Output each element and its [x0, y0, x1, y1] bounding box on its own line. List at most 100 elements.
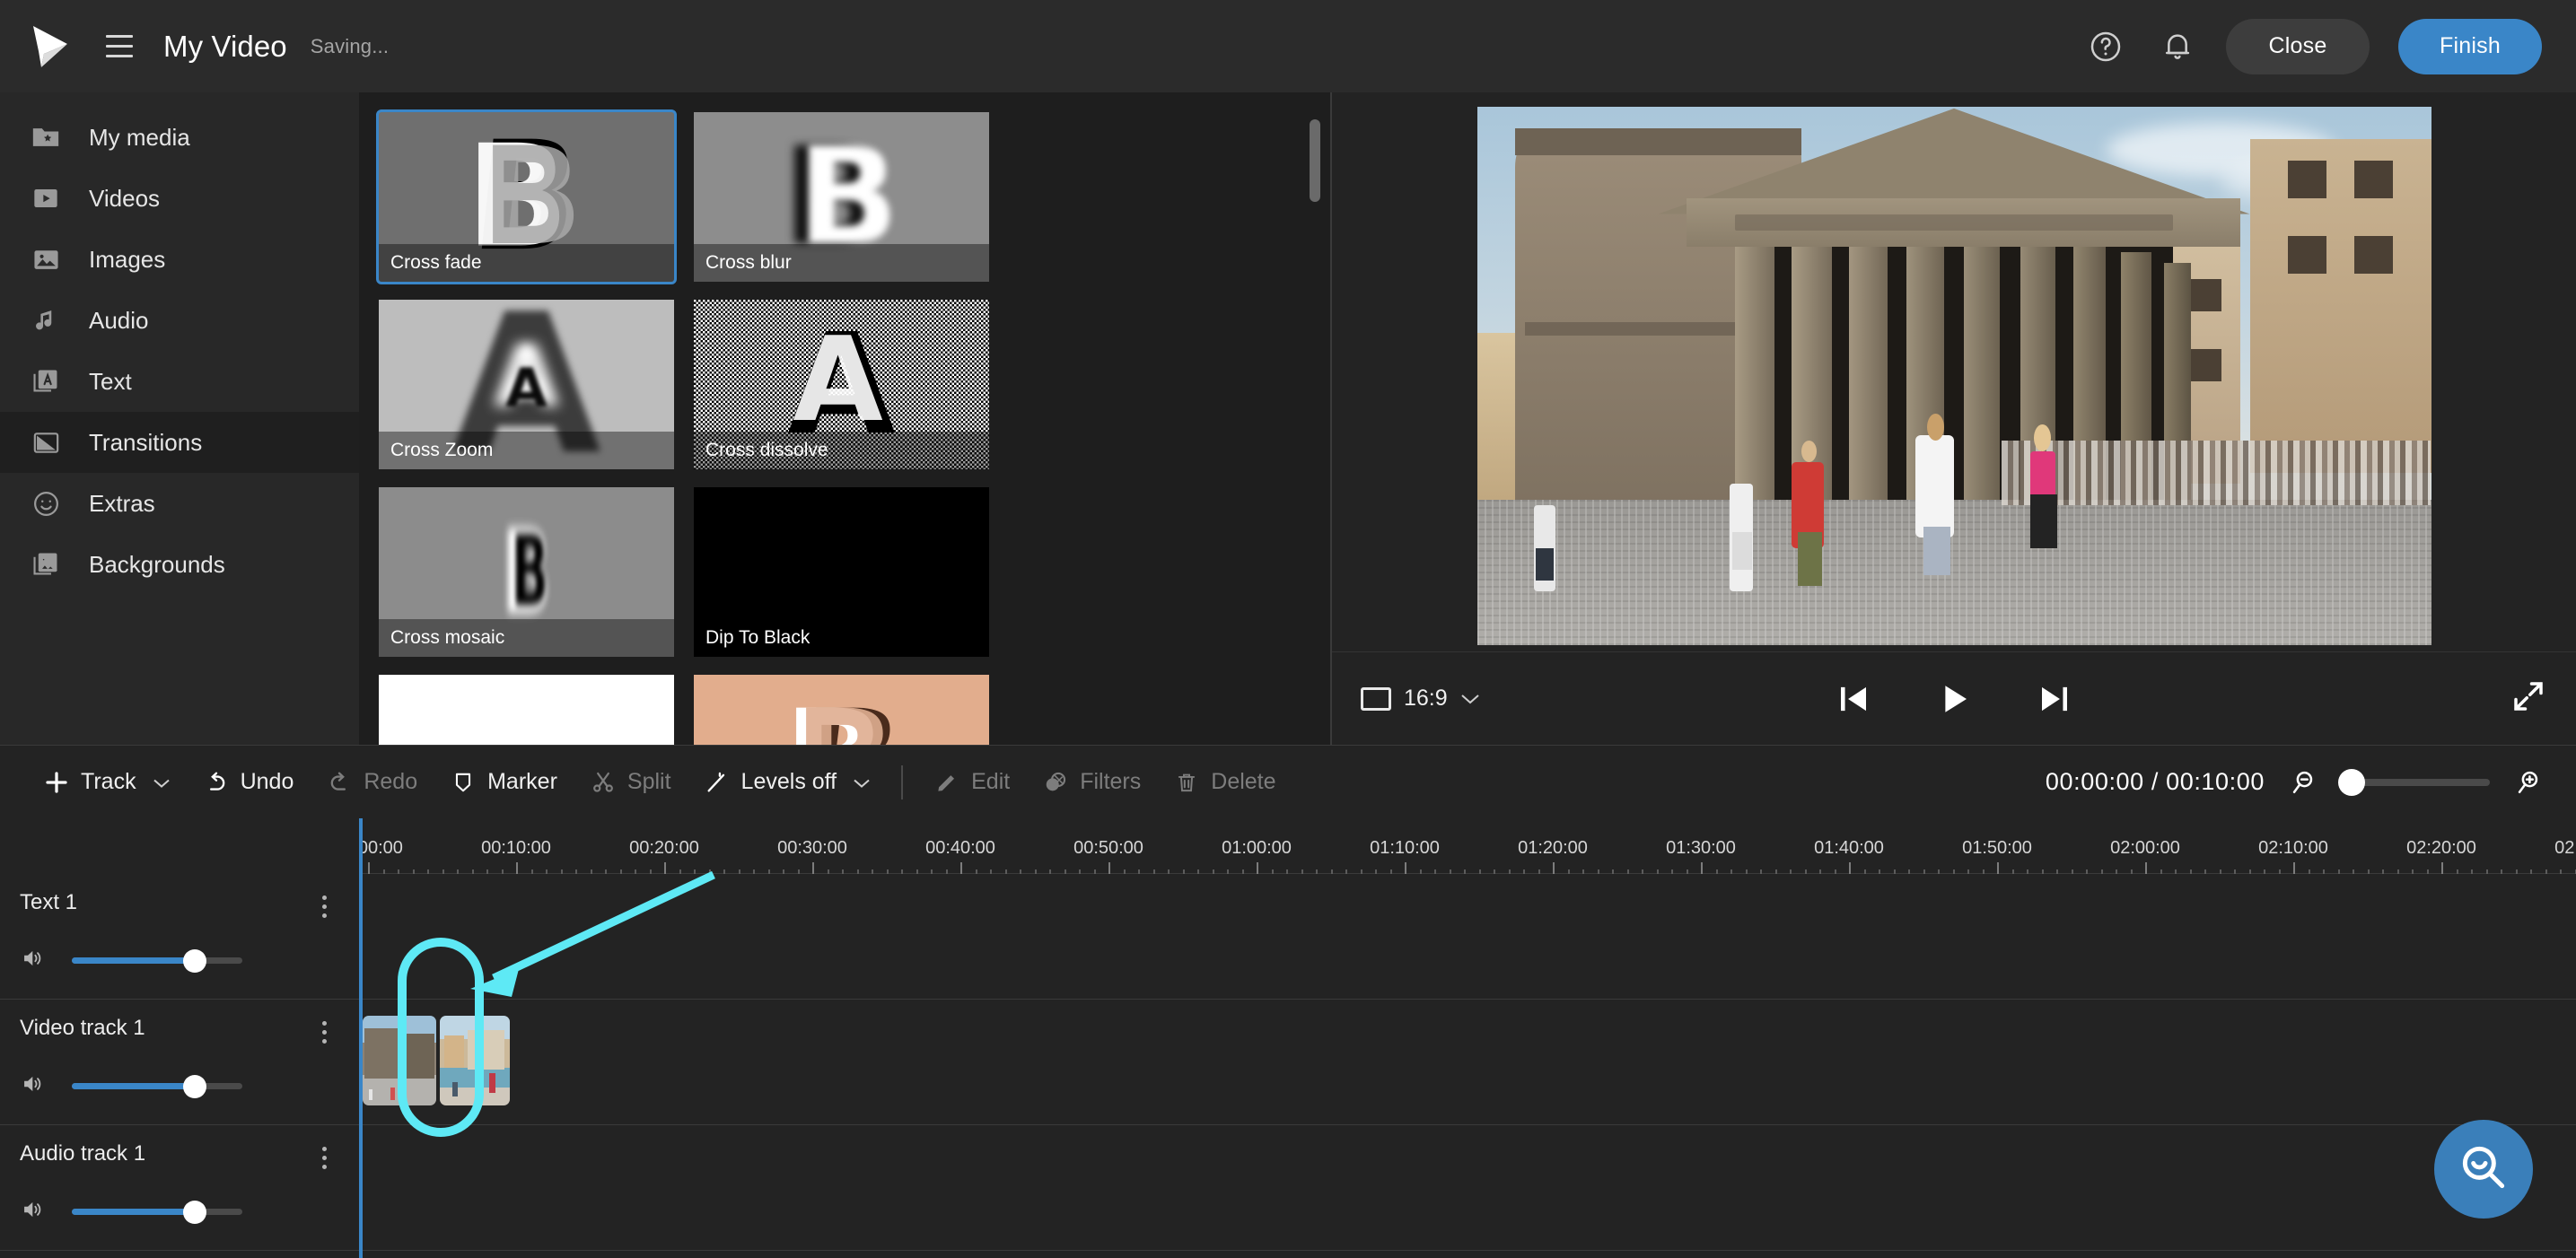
volume-slider[interactable]	[72, 1200, 242, 1224]
video-play-icon	[30, 182, 62, 214]
ruler-tick-label: 01:00:00	[1222, 838, 1292, 858]
filters-label: Filters	[1080, 769, 1142, 794]
skip-previous-icon[interactable]	[1828, 674, 1879, 724]
filters-icon	[1042, 769, 1069, 796]
timecode-display: 00:00:00 / 00:10:00	[2045, 768, 2265, 795]
ruler-tick-label: 01:30:00	[1666, 838, 1736, 858]
transition-tile-burn[interactable]: B B B Burn	[694, 675, 989, 745]
undo-button[interactable]: Undo	[187, 756, 311, 809]
split-button: Split	[574, 756, 688, 809]
sidebar-item-videos[interactable]: Videos	[0, 168, 359, 229]
track-volume-control	[20, 1197, 242, 1227]
tile-label: Cross fade	[379, 244, 674, 282]
ruler-tick-label: 00:50:00	[1073, 838, 1143, 858]
track-header: Text 1	[0, 874, 359, 999]
delete-label: Delete	[1211, 769, 1276, 794]
play-logo-icon[interactable]	[25, 22, 75, 72]
ruler-tick-marks: 00:00:00 00:10:00 00:20:00 00:30:00 00:40:00…	[359, 818, 2576, 874]
sidebar-item-my-media[interactable]: My media	[0, 107, 359, 168]
trash-icon	[1173, 769, 1200, 796]
page-title: My Video	[163, 29, 287, 63]
sidebar-item-label: Images	[89, 245, 166, 273]
ruler-major-tick	[2441, 862, 2443, 874]
transition-tile-cross-dissolve[interactable]: A A Cross dissolve	[694, 300, 989, 469]
preview-stage	[1332, 92, 2576, 651]
finish-button[interactable]: Finish	[2398, 18, 2542, 74]
track-header: Audio track 1	[0, 1125, 359, 1250]
tile-label: Cross dissolve	[694, 432, 989, 469]
close-button[interactable]: Close	[2226, 18, 2370, 74]
sidebar-item-text[interactable]: Text	[0, 351, 359, 412]
zoom-out-icon[interactable]	[2288, 767, 2318, 798]
kebab-menu-icon[interactable]	[322, 1147, 327, 1169]
timeline-ruler[interactable]: 00:00:00 00:10:00 00:20:00 00:30:00 00:40:00…	[0, 818, 2576, 874]
preview-video-frame[interactable]	[1476, 106, 2431, 645]
ruler-major-tick	[1257, 862, 1258, 874]
chevron-down-icon	[153, 769, 171, 795]
volume-slider[interactable]	[72, 1074, 242, 1098]
transition-tile-dip-to-black[interactable]: Dip To Black	[694, 487, 989, 657]
transition-tile-cross-mosaic[interactable]: B B Cross mosaic	[379, 487, 674, 657]
track-clips-area[interactable]	[359, 1000, 2576, 1124]
aspect-ratio-selector[interactable]: 16:9	[1361, 686, 1480, 712]
scrollbar-thumb[interactable]	[1310, 119, 1320, 202]
timeline-clip-trevi[interactable]	[440, 1016, 510, 1105]
kebab-menu-icon[interactable]	[322, 895, 327, 918]
add-track-button[interactable]: Track	[27, 756, 187, 809]
track-row-text-1: Text 1	[0, 874, 2576, 1000]
volume-slider[interactable]	[72, 948, 242, 973]
zoom-in-icon[interactable]	[2513, 767, 2544, 798]
marker-button[interactable]: Marker	[434, 756, 574, 809]
save-status: Saving...	[310, 34, 390, 57]
sidebar-item-label: Text	[89, 367, 132, 395]
kebab-menu-icon[interactable]	[322, 1021, 327, 1044]
transition-tile-dip-to-white[interactable]: Dip To White	[379, 675, 674, 745]
zoom-slider-knob[interactable]	[2338, 768, 2365, 796]
preview-controls: 16:9	[1332, 651, 2576, 745]
sidebar-item-audio[interactable]: Audio	[0, 290, 359, 351]
track-clips-area[interactable]	[359, 874, 2576, 999]
help-circle-icon[interactable]	[2082, 23, 2129, 70]
levels-button[interactable]: Levels off	[688, 756, 888, 809]
levels-label: Levels off	[740, 769, 837, 794]
panel-scrollbar[interactable]	[1310, 119, 1320, 721]
transition-tile-cross-blur[interactable]: B B Cross blur	[694, 112, 989, 282]
timeline-toolbar: Track Undo Redo Marker Split Levels off …	[0, 745, 2576, 818]
transition-tile-cross-fade[interactable]: B B B Cross fade	[376, 109, 677, 284]
sidebar-item-transitions[interactable]: Transitions	[0, 412, 359, 473]
zoom-slider[interactable]	[2338, 768, 2490, 796]
speaker-icon[interactable]	[20, 1197, 47, 1227]
hamburger-menu-icon[interactable]	[95, 22, 144, 71]
track-row-video-1: Video track 1	[0, 1000, 2576, 1125]
ruler-major-tick	[1701, 862, 1703, 874]
sidebar-item-label: Backgrounds	[89, 550, 225, 578]
ruler-tick-label: 01:10:00	[1370, 838, 1440, 858]
speaker-icon[interactable]	[20, 1071, 47, 1101]
track-clips-area[interactable]	[359, 1125, 2576, 1250]
play-icon[interactable]	[1929, 674, 1979, 724]
chevron-down-icon	[1460, 686, 1480, 712]
ruler-tick-label: 00:40:00	[925, 838, 995, 858]
main-area: My media Videos Images Audio Text Transi…	[0, 92, 2576, 745]
skip-next-icon[interactable]	[2029, 674, 2080, 724]
undo-icon	[203, 769, 230, 796]
track-volume-control	[20, 1071, 242, 1101]
bell-icon[interactable]	[2154, 23, 2201, 70]
sidebar-item-images[interactable]: Images	[0, 229, 359, 290]
ruler-tick-label: 00:10:00	[481, 838, 551, 858]
help-search-button[interactable]	[2434, 1120, 2533, 1219]
transition-tile-cross-zoom[interactable]: A A A Cross Zoom	[379, 300, 674, 469]
top-bar-actions: Close Finish	[2082, 18, 2542, 74]
ruler-major-tick	[1405, 862, 1406, 874]
timeline-clip-pantheon[interactable]	[363, 1016, 436, 1105]
speaker-icon[interactable]	[20, 946, 47, 975]
ruler-tick-label: 01:40:00	[1814, 838, 1884, 858]
video-editor-app: My Video Saving... Close Finish My media…	[0, 0, 2576, 1258]
expand-fullscreen-icon[interactable]	[2510, 677, 2547, 720]
pencil-icon	[933, 769, 960, 796]
sidebar-item-extras[interactable]: Extras	[0, 473, 359, 534]
edit-label: Edit	[971, 769, 1011, 794]
sidebar-item-backgrounds[interactable]: Backgrounds	[0, 534, 359, 595]
ruler-major-tick	[2293, 862, 2295, 874]
tile-thumbnail	[379, 675, 674, 745]
